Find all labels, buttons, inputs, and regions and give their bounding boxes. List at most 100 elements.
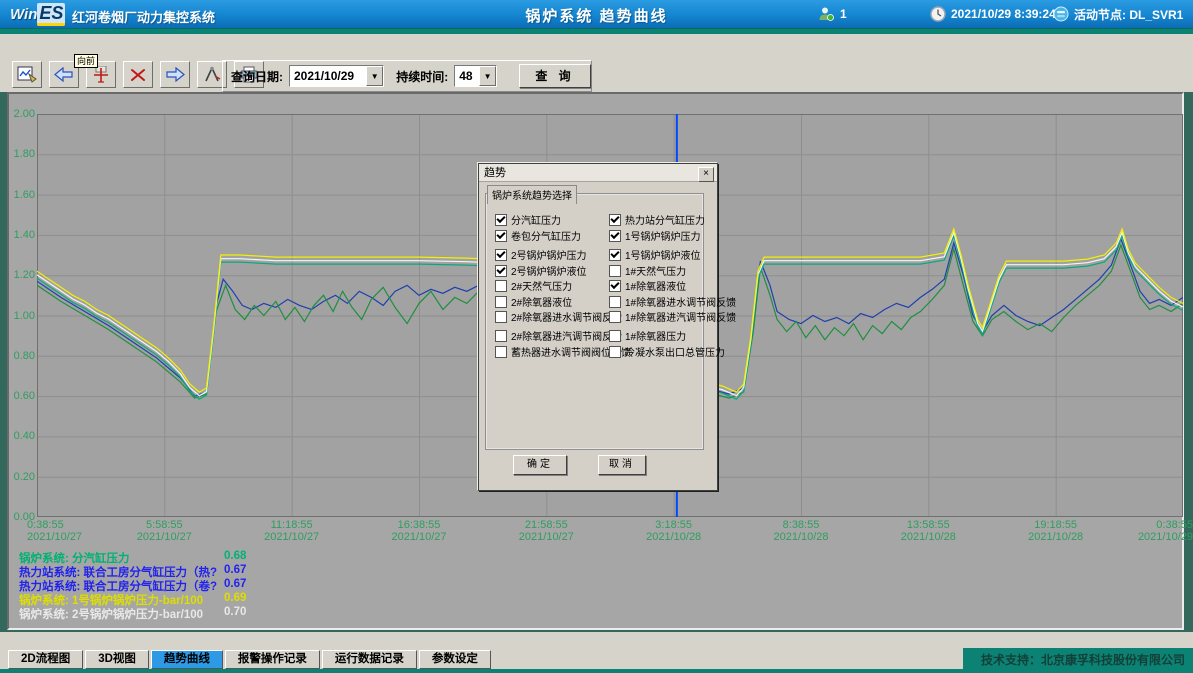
checkbox-icon: [495, 230, 507, 242]
checkbox-icon: [495, 214, 507, 226]
y-tick-label: 0.60: [9, 390, 35, 402]
y-tick-label: 1.40: [9, 229, 35, 241]
checkbox-icon: [495, 265, 507, 277]
y-tick-label: 2.00: [9, 108, 35, 120]
back-arrow-icon: [54, 67, 74, 82]
checkbox-icon: [495, 249, 507, 261]
legend-value: 0.67: [224, 578, 246, 590]
checkbox-icon: [609, 330, 621, 342]
bottom-tab-趋势曲线[interactable]: 趋势曲线: [151, 650, 223, 669]
y-tick-label: 0.80: [9, 350, 35, 362]
checkbox-icon: [609, 265, 621, 277]
active-node-indicator: 活动节点: DL_SVR1: [1053, 0, 1183, 28]
y-tick-label: 0.20: [9, 471, 35, 483]
checkbox-label: 冷凝水泵出口总管压力: [625, 344, 725, 359]
cancel-button[interactable]: 取消: [598, 455, 646, 475]
trend-checkbox-item[interactable]: 1#天然气压力: [609, 263, 686, 278]
dialog-title: 趋势: [479, 164, 717, 182]
chevron-down-icon[interactable]: ▼: [366, 66, 383, 86]
x-tick-date: 2021/10/28: [646, 531, 701, 543]
bottom-tab-报警操作记录[interactable]: 报警操作记录: [225, 650, 320, 669]
legend-value: 0.69: [224, 592, 246, 604]
forward-arrow-icon: [165, 67, 185, 82]
trend-checkbox-item[interactable]: 1#除氧器进汽调节阀反馈: [609, 309, 736, 324]
x-tick-date: 2021/10/28: [773, 531, 828, 543]
bottom-gap-strip: [0, 632, 1193, 648]
checkbox-label: 卷包分气缸压力: [511, 228, 581, 243]
y-tick-label: 1.60: [9, 189, 35, 201]
trend-checkbox-item[interactable]: 2#天然气压力: [495, 278, 572, 293]
trend-checkbox-item[interactable]: 1#除氧器压力: [609, 328, 686, 343]
bottom-tab-2D流程图[interactable]: 2D流程图: [8, 650, 83, 669]
checkbox-icon: [609, 214, 621, 226]
checkbox-icon: [609, 311, 621, 323]
checkbox-icon: [609, 280, 621, 292]
dialog-tab-boiler-trend-select[interactable]: 锅炉系统趋势选择: [487, 185, 577, 204]
checkbox-label: 1#除氧器液位: [625, 278, 686, 293]
checkbox-icon: [609, 296, 621, 308]
checkbox-icon: [609, 230, 621, 242]
trend-checkbox-item[interactable]: 1#除氧器液位: [609, 278, 686, 293]
x-tick-date: 2021/10/27: [137, 531, 192, 543]
forward-arrow-button[interactable]: [160, 61, 190, 88]
query-date-value: 2021/10/29: [290, 69, 366, 83]
chevron-down-icon[interactable]: ▼: [479, 66, 496, 86]
x-tick-date: 2021/10/29: [1138, 531, 1193, 543]
checkbox-label: 1#天然气压力: [625, 263, 686, 278]
trend-checkbox-item[interactable]: 2#除氧器进汽调节阀反馈: [495, 328, 622, 343]
bottom-tab-参数设定[interactable]: 参数设定: [419, 650, 491, 669]
trend-checkbox-item[interactable]: 卷包分气缸压力: [495, 228, 581, 243]
checkbox-icon: [609, 346, 621, 358]
bottom-tab-3D视图[interactable]: 3D视图: [85, 650, 149, 669]
active-node-text: 活动节点: DL_SVR1: [1074, 6, 1183, 23]
query-date-select[interactable]: 2021/10/29 ▼: [289, 65, 384, 87]
tooltip-forward: 向前: [74, 54, 98, 68]
title-bar: WinES 红河卷烟厂动力集控系统 锅炉系统 趋势曲线 1 2021/10/29…: [0, 0, 1193, 28]
checkbox-label: 2号锅炉锅炉液位: [511, 263, 587, 278]
trend-report-icon: [17, 66, 37, 83]
checkbox-icon: [495, 280, 507, 292]
x-tick-time: 0:38:55: [27, 519, 64, 531]
x-tick-date: 2021/10/27: [519, 531, 574, 543]
query-button[interactable]: 查 询: [519, 64, 591, 88]
footer-bar: 2D流程图3D视图趋势曲线报警操作记录运行数据记录参数设定 技术支持：北京康孚科…: [0, 648, 1193, 673]
trend-report-button[interactable]: [12, 61, 42, 88]
trend-checkbox-item[interactable]: 1号锅炉锅炉压力: [609, 228, 701, 243]
trend-checkbox-item[interactable]: 2号锅炉锅炉压力: [495, 247, 587, 262]
x-tick-label: 5:58:552021/10/27: [119, 519, 209, 543]
trend-checkbox-item[interactable]: 冷凝水泵出口总管压力: [609, 344, 725, 359]
checkbox-label: 2#除氧器进水调节阀反馈: [511, 309, 622, 324]
checkbox-label: 1#除氧器进汽调节阀反馈: [625, 309, 736, 324]
ok-button[interactable]: 确定: [513, 455, 567, 475]
x-tick-label: 8:38:552021/10/28: [756, 519, 846, 543]
checkbox-label: 2号锅炉锅炉压力: [511, 247, 587, 262]
user-count: 1: [840, 7, 847, 21]
user-icon: [818, 6, 835, 22]
delete-x-button[interactable]: [123, 61, 153, 88]
checkbox-icon: [495, 330, 507, 342]
trend-checkbox-item[interactable]: 分汽缸压力: [495, 212, 561, 227]
trend-checkbox-item[interactable]: 1#除氧器进水调节阀反馈: [609, 294, 736, 309]
trend-checkbox-item[interactable]: 2号锅炉锅炉液位: [495, 263, 587, 278]
user-count-indicator: 1: [818, 0, 847, 28]
datetime-indicator: 2021/10/29 8:39:24: [930, 0, 1056, 28]
trend-checkbox-item[interactable]: 2#除氧器进水调节阀反馈: [495, 309, 622, 324]
y-tick-label: 1.20: [9, 269, 35, 281]
trend-checkbox-item[interactable]: 热力站分气缸压力: [609, 212, 705, 227]
checkbox-label: 2#除氧器液位: [511, 294, 572, 309]
x-tick-label: 21:58:552021/10/27: [501, 519, 591, 543]
y-tick-label: 1.00: [9, 310, 35, 322]
trend-checkbox-item[interactable]: 1号锅炉锅炉液位: [609, 247, 701, 262]
support-text: 技术支持：北京康孚科技股份有限公司: [981, 648, 1185, 673]
bottom-tab-运行数据记录[interactable]: 运行数据记录: [322, 650, 417, 669]
checkbox-label: 2#除氧器进汽调节阀反馈: [511, 328, 622, 343]
close-icon[interactable]: ×: [698, 167, 714, 182]
duration-select[interactable]: 48 ▼: [454, 65, 497, 87]
trend-checkbox-item[interactable]: 2#除氧器液位: [495, 294, 572, 309]
x-tick-label: 3:18:552021/10/28: [629, 519, 719, 543]
legend-label: 锅炉系统: 2号锅炉锅炉压力-bar/100: [19, 606, 203, 622]
legend-value: 0.67: [224, 564, 246, 576]
checkbox-label: 1号锅炉锅炉液位: [625, 247, 701, 262]
x-tick-time: 21:58:55: [525, 519, 568, 531]
duration-label: 持续时间:: [396, 68, 448, 85]
